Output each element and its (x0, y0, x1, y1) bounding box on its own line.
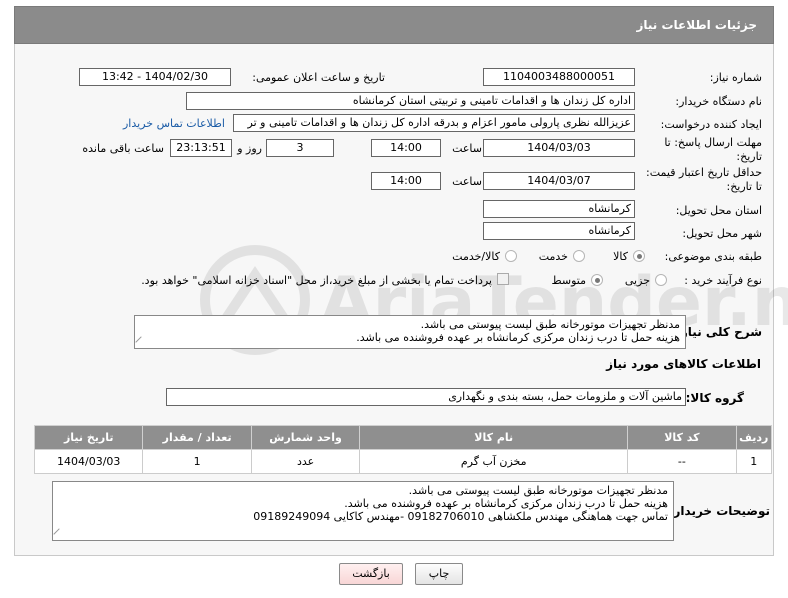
buyer-notes-textarea[interactable]: مدنظر تجهیزات موتورخانه طبق لیست پیوستی … (52, 481, 674, 541)
days-label: روز و (237, 142, 262, 155)
delivery-province-field: کرمانشاه (483, 200, 635, 218)
col-header-unit: واحد شمارش (250, 425, 361, 450)
category-goods-label: کالا (613, 250, 628, 263)
delivery-city-field: کرمانشاه (483, 222, 635, 240)
col-header-quantity: تعداد / مقدار (142, 425, 252, 450)
category-service-label: خدمت (538, 250, 568, 263)
description-label: شرح کلی نیاز: (676, 325, 762, 339)
treasury-payment-note: پرداخت تمام یا بخشی از مبلغ خرید،از محل … (141, 274, 492, 287)
category-goods-radio[interactable] (633, 250, 645, 262)
requester-field: عزیزالله نظری پارولی مامور اعزام و بدرقه… (233, 114, 635, 132)
buyer-org-label: نام دستگاه خریدار: (675, 95, 762, 108)
delivery-province-label: استان محل تحویل: (675, 204, 762, 217)
need-number-label: شماره نیاز: (709, 71, 762, 84)
requester-label: ایجاد کننده درخواست: (660, 118, 762, 131)
cell-unit: عدد (250, 449, 361, 474)
purchase-medium-radio[interactable] (591, 274, 603, 286)
cell-goods-code: -- (627, 449, 737, 474)
cell-need-date: 1404/03/03 (33, 449, 144, 474)
goods-table: ردیف کد کالا نام کالا واحد شمارش تعداد /… (33, 425, 773, 474)
price-validity-label: حداقل تاریخ اعتبار قیمت: تا تاریخ: (646, 166, 762, 193)
cell-goods-name: مخزن آب گرم (359, 449, 629, 474)
buyer-notes-label: توضیحات خریدار: (668, 504, 770, 518)
goods-section-title: اطلاعات کالاهای مورد نیاز (606, 357, 761, 371)
col-header-row-number: ردیف (735, 425, 773, 450)
category-service-radio[interactable] (573, 250, 585, 262)
treasury-payment-checkbox[interactable] (497, 273, 509, 285)
buyer-org-field: اداره کل زندان ها و اقدامات تامینی و ترب… (186, 92, 635, 110)
announce-field: 1404/02/30 - 13:42 (79, 68, 231, 86)
announce-label: تاریخ و ساعت اعلان عمومی: (252, 71, 385, 84)
days-remaining-field: 3 (266, 139, 334, 157)
print-button[interactable]: چاپ (415, 563, 463, 585)
purchase-minor-radio[interactable] (655, 274, 667, 286)
cell-quantity: 1 (142, 449, 252, 474)
need-number-field: 1104003488000051 (483, 68, 635, 86)
price-time-field: 14:00 (371, 172, 441, 190)
delivery-city-label: شهر محل تحویل: (682, 227, 762, 240)
reply-deadline-label: مهلت ارسال پاسخ: تا تاریخ: (664, 136, 762, 163)
remaining-label: ساعت باقی مانده (82, 142, 164, 155)
price-date-field: 1404/03/07 (483, 172, 635, 190)
back-button[interactable]: بازگشت (339, 563, 403, 585)
goods-group-field: ماشین آلات و ملزومات حمل، بسته بندی و نگ… (166, 388, 686, 406)
table-row: 1 -- مخزن آب گرم عدد 1 1404/03/03 (33, 449, 773, 474)
cell-row-number: 1 (735, 449, 773, 474)
category-goods-service-radio[interactable] (505, 250, 517, 262)
page-title: جزئیات اطلاعات نیاز (636, 18, 757, 32)
buyer-contact-link[interactable]: اطلاعات تماس خریدار (123, 117, 225, 130)
col-header-goods-name: نام کالا (359, 425, 629, 450)
goods-group-label: گروه کالا: (685, 391, 744, 405)
purchase-medium-label: متوسط (551, 274, 586, 287)
purchase-type-label: نوع فرآیند خرید : (684, 274, 762, 287)
purchase-minor-label: جزیی (624, 274, 650, 287)
price-time-label: ساعت (452, 175, 482, 188)
panel-header: جزئیات اطلاعات نیاز (14, 6, 774, 44)
reply-date-field: 1404/03/03 (483, 139, 635, 157)
col-header-need-date: تاریخ نیاز (33, 425, 144, 450)
reply-time-label: ساعت (452, 142, 482, 155)
category-label: طبقه بندی موضوعی: (664, 250, 762, 263)
description-textarea[interactable]: مدنظر تجهیزات موتورخانه طبق لیست پیوستی … (134, 315, 686, 349)
col-header-goods-code: کد کالا (627, 425, 737, 450)
remaining-time-field: 23:13:51 (170, 139, 232, 157)
category-goods-service-label: کالا/خدمت (452, 250, 500, 263)
goods-table-header-row: ردیف کد کالا نام کالا واحد شمارش تعداد /… (33, 425, 773, 450)
reply-time-field: 14:00 (371, 139, 441, 157)
